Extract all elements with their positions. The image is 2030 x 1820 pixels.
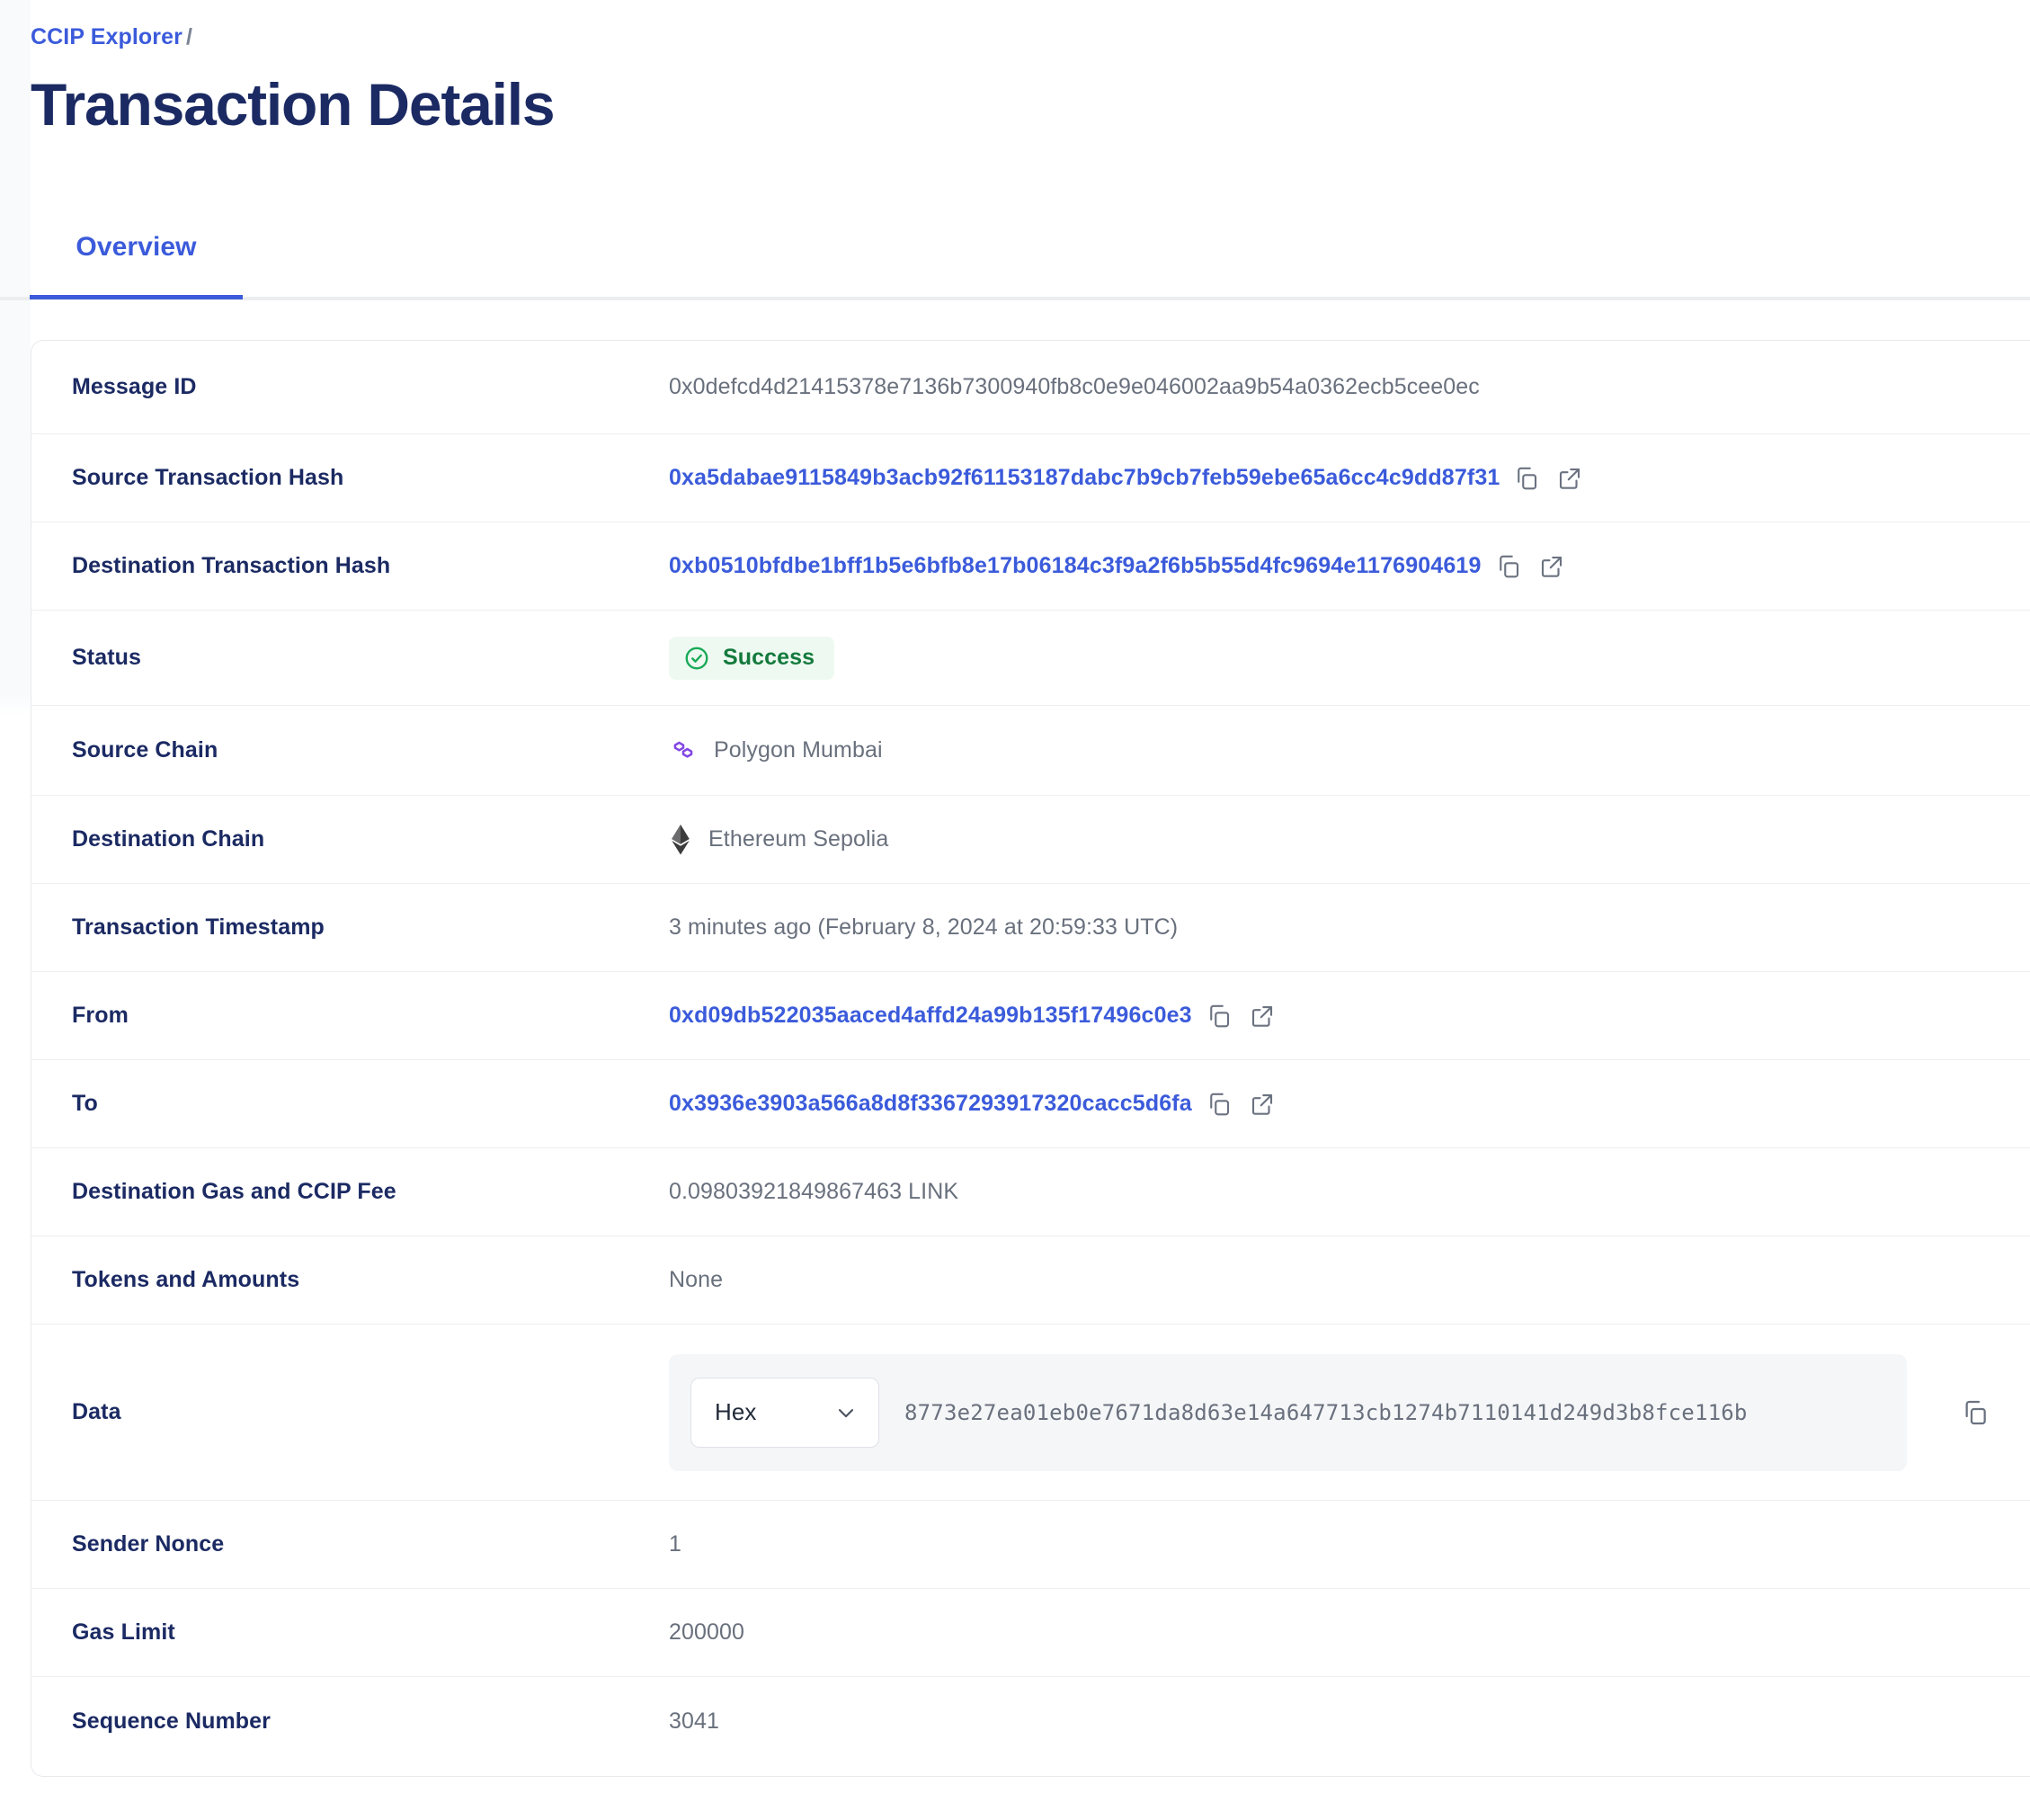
row-status: Status Success — [31, 611, 2030, 706]
data-format-select[interactable]: Hex — [690, 1377, 879, 1448]
copy-icon[interactable] — [1510, 462, 1543, 495]
value-tokens-and-amounts: None — [669, 1267, 2030, 1293]
tab-overview[interactable]: Overview — [30, 205, 243, 300]
check-circle-icon — [683, 645, 710, 672]
sequence-number-text: 3041 — [669, 1708, 720, 1734]
label-sequence-number: Sequence Number — [72, 1708, 272, 1734]
value-sender-nonce: 1 — [669, 1531, 2030, 1557]
label-from: From — [72, 1003, 129, 1028]
value-gas-limit: 200000 — [669, 1619, 2030, 1646]
label-sender-nonce: Sender Nonce — [72, 1531, 225, 1557]
destination-chain-name: Ethereum Sepolia — [708, 826, 889, 852]
transaction-details-page: CCIP Explorer / Transaction Details Overv… — [0, 0, 2030, 1820]
tab-active-indicator — [30, 295, 243, 299]
row-gas-limit: Gas Limit 200000 — [31, 1589, 2030, 1677]
row-destination-transaction-hash: Destination Transaction Hash 0xb0510bfdb… — [31, 522, 2030, 611]
label-data: Data — [72, 1399, 121, 1424]
external-link-icon[interactable] — [1246, 1088, 1278, 1120]
external-link-icon[interactable] — [1246, 1000, 1278, 1032]
source-chain-name: Polygon Mumbai — [714, 737, 883, 763]
data-format-select-value: Hex — [715, 1398, 757, 1425]
label-tokens-and-amounts: Tokens and Amounts — [72, 1267, 300, 1292]
polygon-icon — [669, 736, 698, 765]
label-gas-limit: Gas Limit — [72, 1619, 175, 1645]
copy-icon[interactable] — [1203, 1000, 1235, 1032]
ethereum-icon — [669, 824, 692, 855]
row-destination-chain: Destination Chain Ethereum Sepolia — [31, 796, 2030, 884]
source-transaction-hash-link[interactable]: 0xa5dabae9115849b3acb92f61153187dabc7b9c… — [669, 465, 1500, 491]
row-sequence-number: Sequence Number 3041 — [31, 1677, 2030, 1765]
value-to: 0x3936e3903a566a8d8f3367293917320cacc5d6… — [669, 1088, 2030, 1120]
external-link-icon[interactable] — [1554, 462, 1586, 495]
to-address-link[interactable]: 0x3936e3903a566a8d8f3367293917320cacc5d6… — [669, 1091, 1192, 1117]
value-message-id: 0x0defcd4d21415378e7136b7300940fb8c0e9e0… — [669, 374, 2030, 400]
page-title: Transaction Details — [31, 71, 556, 138]
copy-icon[interactable] — [1492, 550, 1525, 583]
copy-icon[interactable] — [1203, 1088, 1235, 1120]
page-background-strip — [0, 0, 31, 716]
label-destination-gas-and-ccip-fee: Destination Gas and CCIP Fee — [72, 1179, 396, 1204]
status-badge-label: Success — [723, 645, 815, 670]
message-id-text: 0x0defcd4d21415378e7136b7300940fb8c0e9e0… — [669, 374, 1480, 399]
row-to: To 0x3936e3903a566a8d8f3367293917320cacc… — [31, 1060, 2030, 1148]
label-transaction-timestamp: Transaction Timestamp — [72, 914, 325, 940]
value-from: 0xd09db522035aaced4affd24a99b135f17496c0… — [669, 1000, 2030, 1032]
data-hex-value: 8773e27ea01eb0e7671da8d63e14a647713cb127… — [904, 1399, 1748, 1425]
label-destination-chain: Destination Chain — [72, 826, 265, 852]
row-source-transaction-hash: Source Transaction Hash 0xa5dabae9115849… — [31, 434, 2030, 522]
status-badge: Success — [669, 636, 835, 680]
label-source-chain: Source Chain — [72, 737, 218, 763]
destination-transaction-hash-link[interactable]: 0xb0510bfdbe1bff1b5e6bfb8e17b06184c3f9a2… — [669, 553, 1482, 579]
label-source-transaction-hash: Source Transaction Hash — [72, 465, 344, 490]
row-message-id: Message ID 0x0defcd4d21415378e7136b73009… — [31, 341, 2030, 434]
value-transaction-timestamp: 3 minutes ago (February 8, 2024 at 20:59… — [669, 914, 2030, 941]
value-status: Success — [669, 636, 2030, 680]
value-sequence-number: 3041 — [669, 1708, 2030, 1735]
data-panel: Hex 8773e27ea01eb0e7671da8d63e14a647713c… — [669, 1353, 1907, 1471]
gas-limit-text: 200000 — [669, 1619, 745, 1645]
external-link-icon[interactable] — [1536, 550, 1568, 583]
row-destination-gas-and-ccip-fee: Destination Gas and CCIP Fee 0.098039218… — [31, 1148, 2030, 1236]
row-data: Data Hex 8773e27ea01eb0e7671da8d63e14a64… — [31, 1325, 2030, 1501]
value-source-chain: Polygon Mumbai — [669, 736, 2030, 765]
value-source-transaction-hash: 0xa5dabae9115849b3acb92f61153187dabc7b9c… — [669, 462, 2030, 495]
tab-bar: Overview — [0, 205, 2030, 300]
label-message-id: Message ID — [72, 374, 197, 399]
breadcrumb-separator: / — [185, 24, 192, 49]
value-destination-gas-and-ccip-fee: 0.09803921849867463 LINK — [669, 1179, 2030, 1205]
chevron-down-icon — [833, 1400, 859, 1425]
from-address-link[interactable]: 0xd09db522035aaced4affd24a99b135f17496c0… — [669, 1003, 1192, 1029]
label-to: To — [72, 1091, 98, 1116]
breadcrumb: CCIP Explorer / — [31, 0, 2030, 50]
row-sender-nonce: Sender Nonce 1 — [31, 1501, 2030, 1589]
value-destination-chain: Ethereum Sepolia — [669, 824, 2030, 855]
value-data: Hex 8773e27ea01eb0e7671da8d63e14a647713c… — [669, 1353, 2030, 1471]
page-header: CCIP Explorer / Transaction Details — [31, 0, 2030, 136]
copy-icon[interactable] — [1961, 1398, 1990, 1427]
breadcrumb-link-ccip-explorer[interactable]: CCIP Explorer — [31, 24, 183, 49]
label-status: Status — [72, 645, 142, 670]
row-tokens-and-amounts: Tokens and Amounts None — [31, 1236, 2030, 1325]
label-destination-transaction-hash: Destination Transaction Hash — [72, 553, 391, 578]
row-source-chain: Source Chain Polygon Mumbai — [31, 706, 2030, 796]
row-from: From 0xd09db522035aaced4affd24a99b135f17… — [31, 972, 2030, 1060]
row-transaction-timestamp: Transaction Timestamp 3 minutes ago (Feb… — [31, 884, 2030, 972]
value-destination-transaction-hash: 0xb0510bfdbe1bff1b5e6bfb8e17b06184c3f9a2… — [669, 550, 2030, 583]
sender-nonce-text: 1 — [669, 1531, 682, 1557]
fee-amount-text: 0.09803921849867463 LINK — [669, 1179, 959, 1204]
transaction-timestamp-text: 3 minutes ago (February 8, 2024 at 20:59… — [669, 914, 1179, 940]
tokens-and-amounts-text: None — [669, 1267, 724, 1292]
overview-details-card: Message ID 0x0defcd4d21415378e7136b73009… — [31, 340, 2030, 1777]
